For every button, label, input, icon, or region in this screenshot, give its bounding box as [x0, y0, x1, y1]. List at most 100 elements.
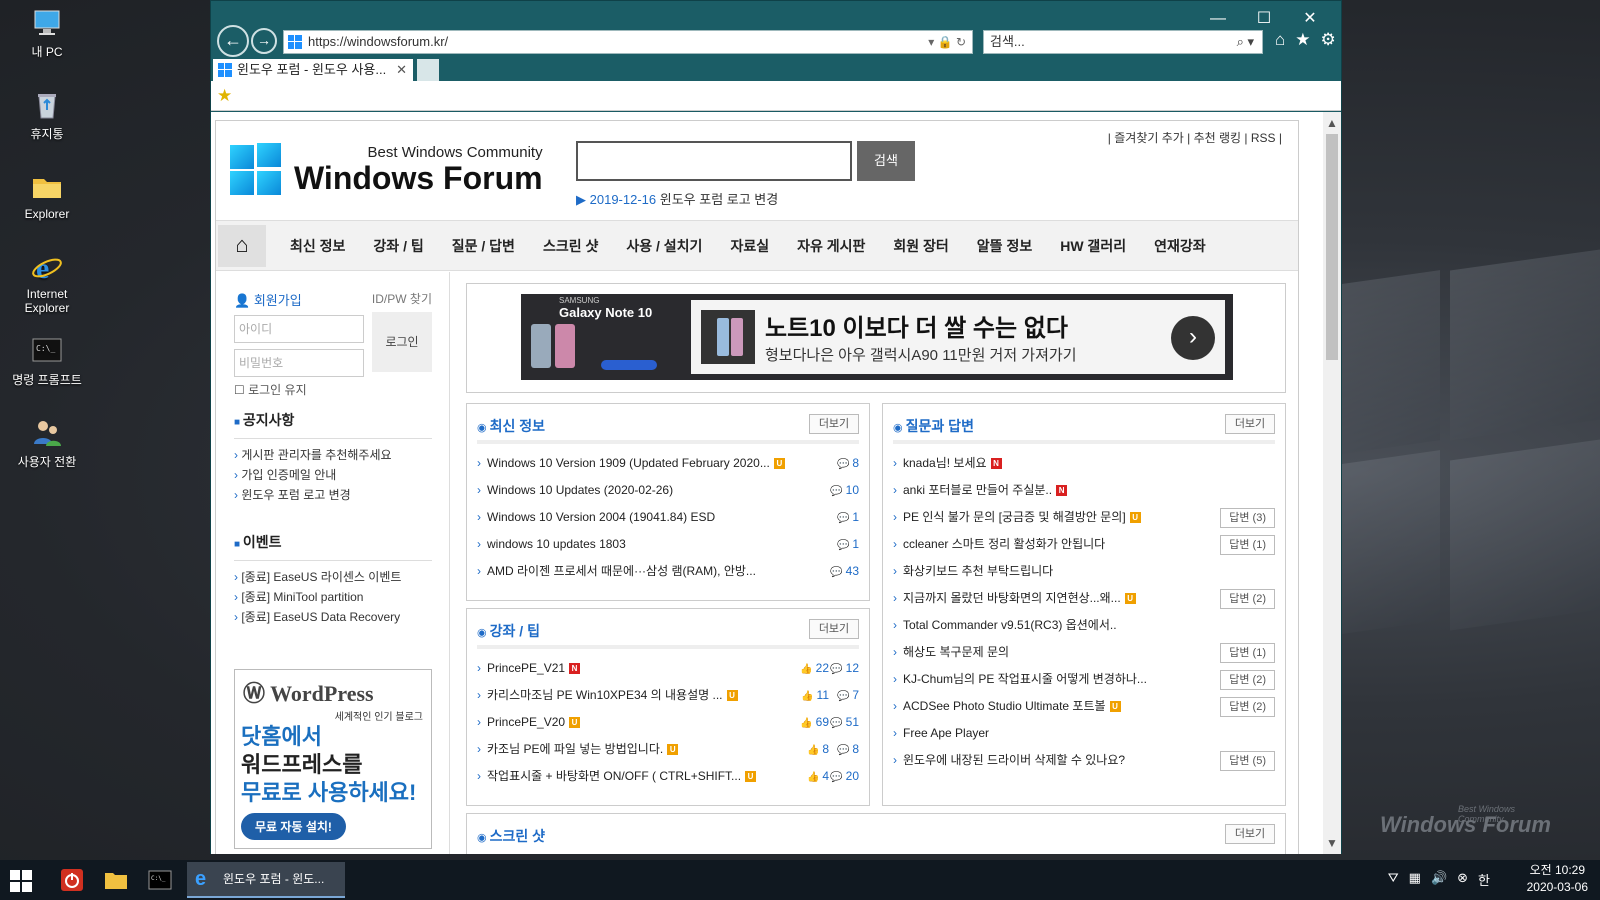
- qa-more-button[interactable]: 더보기: [1225, 414, 1275, 434]
- event-item[interactable]: [종료] EaseUS 라이센스 이벤트: [234, 567, 432, 587]
- scroll-up-icon[interactable]: ▲: [1323, 116, 1341, 130]
- header-notice[interactable]: ▶ 2019-12-16 윈도우 포럼 로고 변경: [576, 189, 778, 208]
- answer-count-badge[interactable]: 답변 (2): [1220, 589, 1275, 609]
- desktop-icon-ie[interactable]: e Internet Explorer: [4, 250, 90, 315]
- lock-icon[interactable]: 🔒: [938, 35, 953, 49]
- network-icon[interactable]: ⛛: [1388, 870, 1399, 889]
- list-item[interactable]: › 카리스마조님 PE Win10XPE34 의 내용설명 ...U 11 7: [477, 682, 859, 709]
- list-item[interactable]: › KJ-Chum님의 PE 작업표시줄 어떻게 변경하나... 답변 (2): [893, 666, 1275, 693]
- answer-count-badge[interactable]: 답변 (1): [1220, 643, 1275, 663]
- clock[interactable]: 오전 10:29 2020-03-06: [1527, 862, 1588, 896]
- cmd-icon[interactable]: C:\_: [148, 868, 172, 892]
- chevron-right-icon[interactable]: ›: [1171, 316, 1215, 360]
- list-item[interactable]: › AMD 라이젠 프로세서 때문에···삼성 램(RAM), 안방... 43: [477, 558, 859, 585]
- address-bar[interactable]: https://windowsforum.kr/ ▾ 🔒 ↻: [283, 30, 973, 54]
- list-item[interactable]: › Total Commander v9.51(RC3) 옵션에서..: [893, 612, 1275, 639]
- new-tab-button[interactable]: [417, 59, 439, 81]
- list-item[interactable]: › 화상키보드 추천 부탁드립니다: [893, 558, 1275, 585]
- list-item[interactable]: › ACDSee Photo Studio Ultimate 포트볼 U 답변 (2): [893, 693, 1275, 720]
- home-icon[interactable]: ⌂: [1275, 30, 1285, 50]
- site-logo[interactable]: Best Windows Community Windows Forum: [230, 143, 543, 195]
- answer-count-badge[interactable]: 답변 (5): [1220, 751, 1275, 771]
- password-input[interactable]: 비밀번호: [234, 349, 364, 377]
- id-input[interactable]: 아이디: [234, 315, 364, 343]
- site-search-button[interactable]: 검색: [857, 141, 915, 181]
- wordpress-ad[interactable]: Ⓦ WordPress 세계적인 인기 블로그 닷홈에서 워드프레스를 무료로 …: [234, 669, 432, 849]
- answer-count-badge[interactable]: 답변 (3): [1220, 508, 1275, 528]
- login-button[interactable]: 로그인: [372, 312, 432, 372]
- nav-item-series[interactable]: 연재강좌: [1154, 236, 1206, 256]
- nav-item-qa[interactable]: 질문 / 답변: [452, 236, 515, 256]
- volume-icon[interactable]: 🔊: [1431, 870, 1447, 889]
- nav-item-tips[interactable]: 강좌 / 팁: [373, 236, 423, 256]
- search-icon[interactable]: ⌕ ▾: [1237, 31, 1254, 53]
- page-scrollbar[interactable]: ▲ ▼: [1323, 112, 1341, 854]
- home-icon[interactable]: ⌂: [218, 224, 266, 267]
- latest-more-button[interactable]: 더보기: [809, 414, 859, 434]
- add-favorite-icon[interactable]: ★: [217, 86, 232, 106]
- ime-indicator[interactable]: 한: [1478, 870, 1490, 889]
- event-item[interactable]: [종료] EaseUS Data Recovery: [234, 607, 432, 627]
- forward-button[interactable]: →: [251, 28, 277, 54]
- refresh-icon[interactable]: ↻: [956, 35, 966, 49]
- list-item[interactable]: › Windows 10 Version 2004 (19041.84) ESD 1: [477, 504, 859, 531]
- site-search-input[interactable]: [576, 141, 852, 181]
- nav-item-files[interactable]: 자료실: [730, 236, 769, 256]
- list-item[interactable]: › PrincePE_V20U 6951: [477, 709, 859, 736]
- nav-item-screenshot[interactable]: 스크린 샷: [543, 236, 598, 256]
- list-item[interactable]: › Windows 10 Updates (2020-02-26) 10: [477, 477, 859, 504]
- desktop-icon-recycle-bin[interactable]: 휴지통: [4, 88, 90, 142]
- desktop-icon-pc[interactable]: 내 PC: [4, 6, 90, 60]
- screenshot-more-button[interactable]: 더보기: [1225, 824, 1275, 844]
- top-links[interactable]: | 즐겨찾기 추가 | 추천 랭킹 | RSS |: [1108, 129, 1282, 146]
- list-item[interactable]: › 윈도우에 내장된 드라이버 삭제할 수 있나요? 답변 (5): [893, 747, 1275, 774]
- taskbar-ie-app[interactable]: e 윈도우 포럼 - 윈도...: [187, 862, 345, 898]
- list-item[interactable]: › PrincePE_V21N 2212: [477, 655, 859, 682]
- nav-item-hw-gallery[interactable]: HW 갤러리: [1060, 236, 1126, 256]
- minimize-button[interactable]: —: [1195, 7, 1241, 31]
- list-item[interactable]: › 해상도 복구문제 문의 답변 (1): [893, 639, 1275, 666]
- answer-count-badge[interactable]: 답변 (2): [1220, 697, 1275, 717]
- browser-search-input[interactable]: 검색... ⌕ ▾: [983, 30, 1263, 54]
- tab-close-icon[interactable]: ✕: [396, 59, 407, 81]
- list-item[interactable]: › PE 인식 불가 문의 [궁금증 및 해결방안 문의] U 답변 (3): [893, 504, 1275, 531]
- list-item[interactable]: › windows 10 updates 1803 1: [477, 531, 859, 558]
- join-link[interactable]: 👤 회원가입: [234, 293, 302, 308]
- scroll-down-icon[interactable]: ▼: [1323, 836, 1341, 850]
- wordpress-install-button[interactable]: 무료 자동 설치!: [241, 813, 346, 840]
- desktop-icon-user-switch[interactable]: 사용자 전환: [4, 416, 90, 470]
- list-item[interactable]: › knada님! 보세요 N: [893, 450, 1275, 477]
- answer-count-badge[interactable]: 답변 (1): [1220, 535, 1275, 555]
- screenshot-title[interactable]: 스크린 샷: [477, 826, 545, 846]
- list-item[interactable]: › 지금까지 몰랐던 바탕화면의 지연현상...왜... U 답변 (2): [893, 585, 1275, 612]
- color-icon[interactable]: ▦: [1409, 870, 1421, 889]
- list-item[interactable]: › anki 포터블로 만들어 주실분.. N: [893, 477, 1275, 504]
- banner-ad[interactable]: SAMSUNG Galaxy Note 10 노트10 이보다 더 쌀 수는 없…: [466, 283, 1286, 393]
- tips-title[interactable]: 강좌 / 팁: [477, 621, 540, 641]
- nav-item-review[interactable]: 사용 / 설치기: [626, 236, 702, 256]
- favorites-star-icon[interactable]: ★: [1295, 30, 1310, 50]
- close-button[interactable]: ✕: [1287, 7, 1333, 31]
- desktop-icon-explorer[interactable]: Explorer: [4, 170, 90, 221]
- folder-icon[interactable]: [104, 868, 128, 892]
- nav-item-free-board[interactable]: 자유 게시판: [797, 236, 865, 256]
- list-item[interactable]: › Free Ape Player: [893, 720, 1275, 747]
- list-item[interactable]: › ccleaner 스마트 정리 활성화가 안됩니다 답변 (1): [893, 531, 1275, 558]
- keep-login-checkbox[interactable]: ☐ 로그인 유지: [234, 381, 432, 398]
- latest-title[interactable]: 최신 정보: [477, 416, 545, 436]
- browser-tab[interactable]: 윈도우 포럼 - 윈도우 사용... ✕: [213, 59, 413, 81]
- nav-item-latest[interactable]: 최신 정보: [290, 236, 345, 256]
- list-item[interactable]: › 카조님 PE에 파일 넣는 방법입니다.U 88: [477, 736, 859, 763]
- back-button[interactable]: ←: [217, 25, 249, 57]
- qa-title[interactable]: 질문과 답변: [893, 416, 974, 436]
- nav-item-deals[interactable]: 알뜰 정보: [977, 236, 1032, 256]
- event-item[interactable]: [종료] MiniTool partition: [234, 587, 432, 607]
- notice-item[interactable]: 가입 인증메일 안내: [234, 465, 432, 485]
- close-circle-icon[interactable]: ⊗: [1457, 870, 1468, 889]
- list-item[interactable]: › 작업표시줄 + 바탕화면 ON/OFF ( CTRL+SHIFT...U 420: [477, 763, 859, 790]
- tips-more-button[interactable]: 더보기: [809, 619, 859, 639]
- find-id-pw-link[interactable]: ID/PW 찾기: [372, 290, 432, 307]
- dropdown-icon[interactable]: ▾: [928, 35, 934, 49]
- answer-count-badge[interactable]: 답변 (2): [1220, 670, 1275, 690]
- list-item[interactable]: › Windows 10 Version 1909 (Updated Februa…: [477, 450, 859, 477]
